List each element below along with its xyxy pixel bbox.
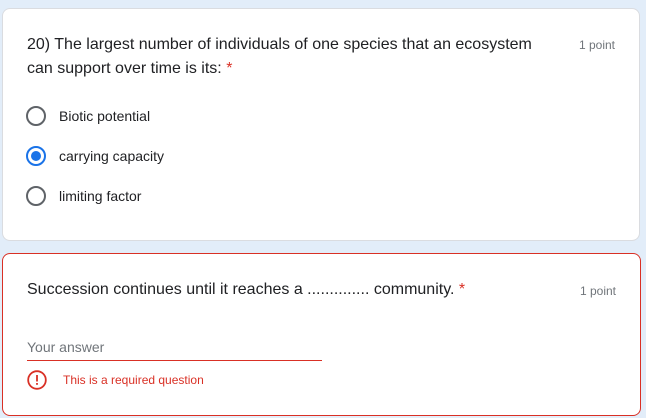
radio-button[interactable]	[26, 186, 46, 206]
option-label: carrying capacity	[59, 148, 165, 164]
option-biotic-potential[interactable]: Biotic potential	[26, 104, 150, 128]
required-asterisk: *	[226, 60, 233, 77]
error-text: This is a required question	[63, 373, 204, 387]
answer-input[interactable]	[27, 334, 322, 361]
question-title: Succession continues until it reaches a …	[27, 278, 557, 302]
option-label: limiting factor	[59, 188, 142, 204]
radio-button-checked[interactable]	[26, 146, 46, 166]
option-limiting-factor[interactable]: limiting factor	[26, 184, 141, 208]
question-text: 20) The largest number of individuals of…	[27, 36, 532, 77]
option-label: Biotic potential	[59, 108, 151, 124]
required-asterisk: *	[458, 281, 466, 298]
points-label: 1 point	[579, 284, 616, 298]
error-message: This is a required question	[27, 370, 204, 390]
question-title: 20) The largest number of individuals of…	[27, 33, 557, 81]
error-circle-icon	[27, 370, 47, 390]
option-carrying-capacity[interactable]: carrying capacity	[26, 144, 164, 168]
radio-button[interactable]	[26, 106, 46, 126]
question-text: Succession continues until it reaches a …	[27, 281, 455, 298]
question-card-20: 20) The largest number of individuals of…	[2, 8, 640, 241]
question-card-succession: Succession continues until it reaches a …	[2, 253, 641, 416]
points-label: 1 point	[578, 38, 615, 52]
